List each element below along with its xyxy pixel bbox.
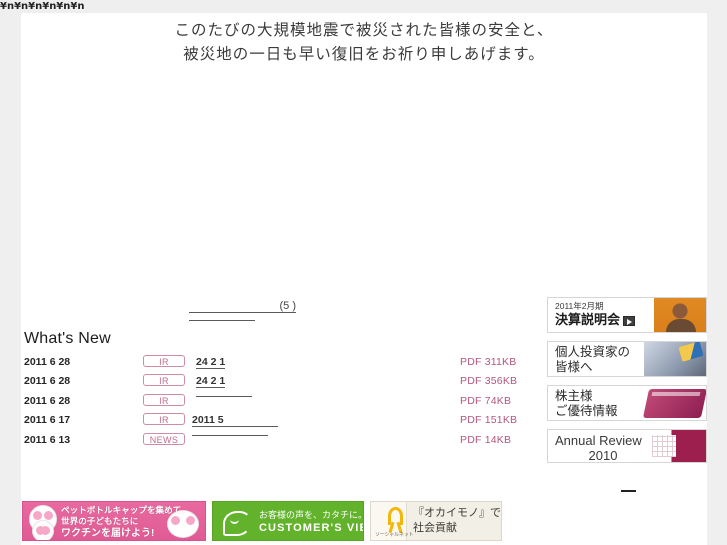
gift-card-photo: [642, 389, 706, 418]
ribbon-icon: [388, 507, 403, 525]
banner-text: ペットボトルキャップを集めて、 世界の子どもたちに ワクチンを届けよう!: [61, 505, 189, 539]
encoding-artifact-text: ¥n¥n¥n¥n¥n¥n: [0, 1, 85, 12]
top-link-notice-1[interactable]: (5 ): [189, 300, 296, 313]
page-root: ¥n¥n¥n¥n¥n¥n このたびの大規模地震で被災された皆様の安全と、 被災地…: [0, 0, 727, 545]
status-badge: IR: [143, 413, 185, 426]
table-row: 2011 6 28 IR 24 2 1 PDF 356KB: [24, 374, 544, 393]
news-list: 2011 6 28 IR 24 2 1 PDF 311KB 2011 6 28 …: [24, 355, 544, 452]
bottom-banner-strip: ペットボトルキャップを集めて、 世界の子どもたちに ワクチンを届けよう! お客様…: [22, 501, 502, 541]
status-badge: NEWS: [143, 432, 185, 445]
news-title-link[interactable]: 24 2 1: [196, 357, 226, 369]
pdf-link[interactable]: PDF 356KB: [460, 375, 517, 387]
news-title-link[interactable]: 24 2 1: [196, 376, 226, 389]
ribbon-box: ソーシャルネット: [371, 502, 414, 540]
hero-message: このたびの大規模地震で被災された皆様の安全と、 被災地の一日も早い復旧をお祈り申…: [21, 18, 707, 66]
status-badge: IR: [143, 393, 185, 406]
news-date: 2011 6 28: [24, 375, 71, 388]
pdf-link[interactable]: PDF 151KB: [460, 414, 517, 426]
banner-line-1: 2011年2月期: [555, 301, 604, 311]
pdf-link[interactable]: PDF 311KB: [460, 356, 516, 368]
banner-kessan-setsumeikai[interactable]: 2011年2月期 決算説明会: [547, 297, 707, 333]
swoosh-icon: [223, 511, 251, 536]
news-title-link[interactable]: 2011 5: [192, 415, 278, 428]
banner-eco-cap-vaccine[interactable]: ペットボトルキャップを集めて、 世界の子どもたちに ワクチンを届けよう!: [22, 501, 206, 541]
panda-icon: [32, 520, 54, 540]
news-title-link[interactable]: [192, 434, 268, 436]
report-photo: [648, 430, 706, 462]
banner-line-2: ご優待情報: [555, 404, 618, 418]
video-icon: [623, 315, 636, 326]
banner-text: 2011年2月期 決算説明会: [555, 301, 636, 328]
banner-line-1: Annual Review: [555, 433, 642, 448]
news-date: 2011 6 28: [24, 394, 71, 407]
panda-line-1: ペットボトルキャップを集めて、: [61, 505, 190, 515]
ribbon-label: ソーシャルネット: [375, 532, 414, 538]
banner-text: 株主様 ご優待情報: [555, 389, 618, 419]
page-title: What's New: [24, 330, 111, 347]
okaimono-line-1: 『オカイモノ』で: [413, 507, 501, 519]
sidebar-banner-list: 2011年2月期 決算説明会 個人投資家の 皆様へ 株主様 ご優待情報 Annu…: [547, 297, 707, 471]
table-row: 2011 6 28 IR PDF 74KB: [24, 393, 544, 413]
banner-text: 個人投資家の 皆様へ: [555, 345, 630, 375]
table-row: 2011 6 17 IR 2011 5 PDF 151KB: [24, 413, 544, 432]
status-badge: IR: [143, 374, 185, 387]
status-badge: IR: [143, 355, 185, 367]
banner-line-1: 株主様: [555, 389, 593, 403]
top-link-notice-2[interactable]: [189, 320, 255, 321]
panda-line-3: ワクチンを届けよう!: [61, 527, 155, 539]
customer-line-1: お客様の声を、カタチに。: [259, 510, 364, 520]
calendar-graphic: [652, 435, 676, 457]
executive-photo: [654, 298, 706, 332]
customer-line-2: CUSTOMER'S VIEW: [259, 522, 363, 534]
news-title-link[interactable]: [196, 395, 252, 397]
hero-line-2: 被災地の一日も早い復旧をお祈り申しあげます。: [183, 45, 545, 63]
sidebar-more-link[interactable]: [621, 481, 636, 492]
banner-customers-view[interactable]: お客様の声を、カタチに。 CUSTOMER'S VIEW: [212, 501, 364, 541]
banner-line-2-text: 決算説明会: [555, 312, 621, 327]
banner-okaimono-shakai-kouken[interactable]: ソーシャルネット 『オカイモノ』で 社会貢献: [370, 501, 502, 541]
banner-text: Annual Review 2010: [555, 433, 651, 463]
banner-line-2: 2010: [588, 448, 618, 463]
banner-line-2: 皆様へ: [555, 360, 593, 374]
banner-line-1: 個人投資家の: [555, 345, 631, 359]
banner-kojin-toushika[interactable]: 個人投資家の 皆様へ: [547, 341, 707, 377]
banner-line-2: 決算説明会: [555, 312, 636, 328]
hero-line-1: このたびの大規模地震で被災された皆様の安全と、: [174, 21, 554, 39]
okaimono-line-2: 社会貢献: [413, 522, 457, 534]
table-row: 2011 6 28 IR 24 2 1 PDF 311KB: [24, 355, 544, 374]
news-date: 2011 6 28: [24, 356, 71, 368]
news-date: 2011 6 17: [24, 414, 71, 427]
pdf-link[interactable]: PDF 74KB: [460, 395, 511, 407]
banner-text: 『オカイモノ』で 社会貢献: [407, 502, 501, 540]
banner-kabunushi-yuutai[interactable]: 株主様 ご優待情報: [547, 385, 707, 421]
panda-line-2: 世界の子どもたちに: [61, 516, 139, 527]
investor-photo: [644, 342, 706, 376]
banner-annual-review[interactable]: Annual Review 2010: [547, 429, 707, 463]
card-graphic: [678, 342, 704, 362]
news-date: 2011 6 13: [24, 433, 71, 446]
pdf-link[interactable]: PDF 14KB: [460, 434, 511, 446]
table-row: 2011 6 13 NEWS PDF 14KB: [24, 432, 544, 452]
